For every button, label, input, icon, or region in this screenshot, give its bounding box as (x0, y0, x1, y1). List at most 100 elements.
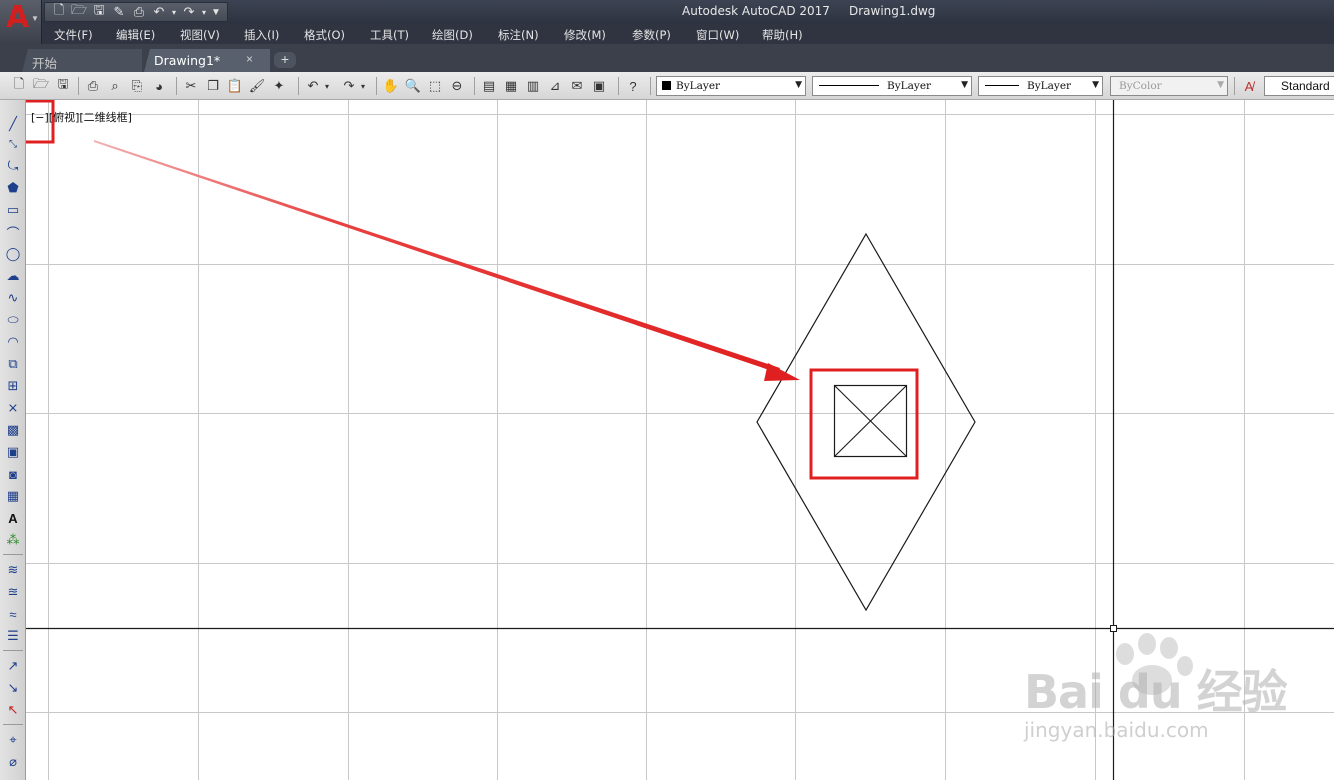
plot-preview-icon[interactable]: ⌕ (106, 77, 124, 95)
chevron-down-icon: ▼ (961, 80, 968, 90)
dim-diameter-icon[interactable]: ⌀ (3, 752, 23, 772)
dim-linear-icon[interactable]: ↗ (3, 656, 23, 676)
menu-tools[interactable]: 工具(T) (370, 27, 409, 43)
menu-modify[interactable]: 修改(M) (564, 27, 606, 43)
menu-format[interactable]: 格式(O) (304, 27, 345, 43)
arc-icon[interactable]: ⌒ (3, 222, 23, 242)
menu-help[interactable]: 帮助(H) (762, 27, 803, 43)
zoom-realtime-icon[interactable]: 🔍 (404, 77, 422, 95)
saveas-icon[interactable]: ✎ (109, 3, 129, 21)
dim-radius-icon[interactable]: ⌖ (3, 730, 23, 750)
sheet-set-icon[interactable]: ⊿ (546, 77, 564, 95)
chevron-down-icon: ▼ (31, 14, 39, 23)
redo-dropdown-icon[interactable]: ▾ (358, 77, 368, 95)
lineweight-control[interactable]: ByLayer ▼ (978, 76, 1103, 96)
properties-icon[interactable]: ▤ (480, 77, 498, 95)
menu-insert[interactable]: 插入(I) (244, 27, 279, 43)
menu-bar: 文件(F) 编辑(E) 视图(V) 插入(I) 格式(O) 工具(T) 绘图(D… (42, 24, 1334, 44)
chevron-down-icon: ▼ (795, 80, 802, 90)
polyline-icon[interactable]: ⤿ (3, 156, 23, 176)
menu-view[interactable]: 视图(V) (180, 27, 220, 43)
menu-parametric[interactable]: 参数(P) (632, 27, 671, 43)
redo-icon[interactable]: ↷ (179, 3, 199, 21)
redo-dropdown-icon[interactable]: ▾ (199, 3, 209, 21)
text-style-control[interactable]: Standard (1264, 76, 1334, 96)
plot-icon[interactable]: ⎙ (84, 77, 102, 95)
text-style-icon[interactable]: A̸ (1240, 77, 1258, 95)
revision-cloud-icon[interactable]: ☁ (3, 266, 23, 286)
layer-isolate-icon[interactable]: ☰ (3, 626, 23, 646)
autocad-logo-icon: A (6, 0, 30, 35)
plotstyle-control[interactable]: ByColor ▼ (1110, 76, 1228, 96)
layer-previous-icon[interactable]: ≈ (3, 604, 23, 624)
3d-print-icon[interactable]: ◕ (150, 77, 168, 95)
paste-icon[interactable]: 📋 (226, 77, 244, 95)
multiline-text-icon[interactable]: A (3, 508, 23, 528)
ucs-origin-marker (1110, 625, 1117, 632)
match-properties-icon[interactable]: 🖌 (248, 77, 266, 95)
menu-file[interactable]: 文件(F) (54, 27, 93, 43)
zoom-previous-icon[interactable]: ⊖ (448, 77, 466, 95)
customize-icon[interactable]: ▼ (209, 3, 223, 21)
new-icon[interactable]: 🗋 (49, 2, 69, 21)
add-selected-icon[interactable]: ⁂ (3, 530, 23, 550)
help-icon[interactable]: ? (624, 77, 642, 95)
layer-properties-icon[interactable]: ≋ (3, 560, 23, 580)
markup-icon[interactable]: ✉ (568, 77, 586, 95)
tab-drawing1-label: Drawing1* (154, 53, 221, 68)
undo-dropdown-icon[interactable]: ▾ (169, 3, 179, 21)
menu-edit[interactable]: 编辑(E) (116, 27, 155, 43)
menu-dimension[interactable]: 标注(N) (498, 27, 539, 43)
undo-icon[interactable]: ↶ (149, 3, 169, 21)
menu-draw[interactable]: 绘图(D) (432, 27, 473, 43)
line-icon[interactable]: ╱ (3, 114, 23, 134)
open-icon[interactable]: 🗁 (69, 2, 89, 21)
new-tab-button[interactable]: + (274, 52, 296, 68)
rectangle-icon[interactable]: ▭ (3, 200, 23, 220)
rhombus-shape[interactable] (756, 232, 976, 612)
design-center-icon[interactable]: ▦ (502, 77, 520, 95)
dim-aligned-icon[interactable]: ↘ (3, 678, 23, 698)
construction-line-icon[interactable]: ⤡ (3, 134, 23, 154)
menu-window[interactable]: 窗口(W) (696, 27, 739, 43)
save-icon[interactable]: 🖫 (54, 76, 72, 95)
viewport-controls[interactable]: [−][俯视][二维线框] (31, 109, 132, 125)
region-icon[interactable]: ◙ (3, 464, 23, 484)
spline-icon[interactable]: ∿ (3, 288, 23, 308)
redo-icon[interactable]: ↷ (340, 77, 358, 95)
cut-icon[interactable]: ✂ (182, 77, 200, 95)
color-control[interactable]: ByLayer ▼ (656, 76, 806, 96)
polygon-icon[interactable]: ⬟ (3, 178, 23, 198)
close-icon[interactable]: × (246, 52, 253, 66)
layer-state-icon[interactable]: ≊ (3, 582, 23, 602)
undo-dropdown-icon[interactable]: ▾ (322, 77, 332, 95)
tool-palettes-icon[interactable]: ▥ (524, 77, 542, 95)
circle-icon[interactable]: ◯ (3, 244, 23, 264)
annotation-arrow-shaft (94, 140, 780, 373)
plot-icon[interactable]: ⎙ (129, 3, 149, 21)
copy-icon[interactable]: ❐ (204, 77, 222, 95)
lineweight-value: ByLayer (1027, 80, 1072, 92)
make-block-icon[interactable]: ⊞ (3, 376, 23, 396)
point-icon[interactable]: ⨯ (3, 398, 23, 418)
application-menu-button[interactable]: A ▼ (0, 0, 42, 44)
undo-icon[interactable]: ↶ (304, 77, 322, 95)
linetype-control[interactable]: ByLayer ▼ (812, 76, 972, 96)
tab-start[interactable]: 开始 (22, 49, 142, 72)
pan-icon[interactable]: ✋ (382, 77, 400, 95)
save-icon[interactable]: 🖫 (89, 2, 109, 21)
qnew-icon[interactable]: 🗋 (10, 76, 28, 95)
ellipse-arc-icon[interactable]: ◠ (3, 332, 23, 352)
viewport-label-text: [−][俯视][二维线框] (31, 111, 132, 124)
table-icon[interactable]: ▦ (3, 486, 23, 506)
zoom-window-icon[interactable]: ⬚ (426, 77, 444, 95)
dim-arc-icon[interactable]: ↖ (3, 700, 23, 720)
hatch-icon[interactable]: ▩ (3, 420, 23, 440)
gradient-icon[interactable]: ▣ (3, 442, 23, 462)
block-editor-icon[interactable]: ✦ (270, 77, 288, 95)
insert-block-icon[interactable]: ⧉ (3, 354, 23, 374)
calculator-icon[interactable]: ▣ (590, 77, 608, 95)
open-icon[interactable]: 🗁 (32, 76, 50, 95)
ellipse-icon[interactable]: ⬭ (3, 310, 23, 330)
publish-icon[interactable]: ⎘ (128, 77, 146, 95)
